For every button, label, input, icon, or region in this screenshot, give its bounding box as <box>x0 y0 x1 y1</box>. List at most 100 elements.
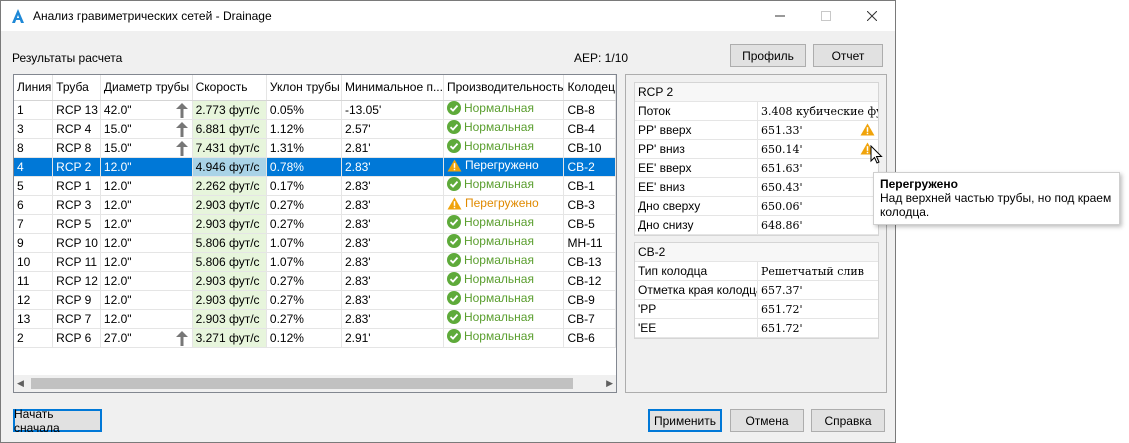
velocity-cell[interactable]: 2.903 фут/с <box>192 309 267 329</box>
velocity-cell[interactable]: 4.946 фут/с <box>192 157 267 177</box>
apply-button[interactable]: Применить <box>648 409 722 432</box>
line-cell[interactable]: 7 <box>14 214 54 234</box>
property-row[interactable]: Дно снизу 648.86' <box>635 216 878 235</box>
property-row[interactable]: Тип колодца Решетчатый слив <box>635 262 878 281</box>
line-cell[interactable]: 8 <box>14 138 54 158</box>
status-cell[interactable]: Перегружено <box>443 157 565 177</box>
slope-cell[interactable]: 0.12% <box>266 328 342 348</box>
structure-cell[interactable]: CB-4 <box>563 119 616 139</box>
pipe-cell[interactable]: RCP 7 <box>52 309 101 329</box>
pipe-cell[interactable]: RCP 9 <box>52 290 101 310</box>
table-row[interactable]: 6 RCP 3 12.0" 2.903 фут/с 0.27% 2.83' Перегруж… <box>14 195 616 215</box>
table-row[interactable]: 11 RCP 12 12.0" 2.903 фут/с 0.27% 2.83' Нормал… <box>14 271 616 291</box>
diameter-cell[interactable]: 42.0" <box>100 100 193 120</box>
line-cell[interactable]: 3 <box>14 119 54 139</box>
velocity-cell[interactable]: 2.903 фут/с <box>192 195 267 215</box>
status-cell[interactable]: Нормальная <box>443 100 565 120</box>
minimize-button[interactable] <box>757 1 803 31</box>
table-row[interactable]: 3 RCP 4 15.0" 6.881 фут/с 1.12% 2.57' Нормальн… <box>14 119 616 139</box>
diameter-cell[interactable]: 12.0" <box>100 309 193 329</box>
velocity-cell[interactable]: 5.806 фут/с <box>192 252 267 272</box>
slope-cell[interactable]: 0.05% <box>266 100 342 120</box>
diameter-cell[interactable]: 27.0" <box>100 328 193 348</box>
structure-cell[interactable]: CB-6 <box>563 328 616 348</box>
scroll-right-icon[interactable]: ▶ <box>606 378 613 389</box>
scroll-left-icon[interactable]: ◀ <box>17 378 24 389</box>
structure-cell[interactable]: CB-8 <box>563 100 616 120</box>
min-cover-cell[interactable]: 2.83' <box>341 233 444 253</box>
min-cover-cell[interactable]: 2.83' <box>341 176 444 196</box>
slope-cell[interactable]: 0.78% <box>266 157 342 177</box>
pipe-cell[interactable]: RCP 4 <box>52 119 101 139</box>
table-row[interactable]: 1 RCP 13 42.0" 2.773 фут/с 0.05% -13.05' Норма… <box>14 100 616 120</box>
line-cell[interactable]: 5 <box>14 176 54 196</box>
min-cover-cell[interactable]: 2.81' <box>341 138 444 158</box>
slope-cell[interactable]: 0.27% <box>266 195 342 215</box>
velocity-cell[interactable]: 2.903 фут/с <box>192 271 267 291</box>
structure-cell[interactable]: CB-10 <box>563 138 616 158</box>
pipe-cell[interactable]: RCP 8 <box>52 138 101 158</box>
velocity-cell[interactable]: 7.431 фут/с <box>192 138 267 158</box>
slope-cell[interactable]: 0.27% <box>266 214 342 234</box>
property-row[interactable]: 'EE 651.72' <box>635 319 878 338</box>
line-cell[interactable]: 12 <box>14 290 54 310</box>
property-row[interactable]: EE' вверх 651.63' <box>635 159 878 178</box>
velocity-cell[interactable]: 6.881 фут/с <box>192 119 267 139</box>
status-cell[interactable]: Нормальная <box>443 176 565 196</box>
velocity-cell[interactable]: 5.806 фут/с <box>192 233 267 253</box>
column-header[interactable]: Колодец <box>563 75 616 101</box>
property-row[interactable]: PP' вверх 651.33' <box>635 121 878 140</box>
min-cover-cell[interactable]: 2.83' <box>341 290 444 310</box>
status-cell[interactable]: Нормальная <box>443 309 565 329</box>
diameter-cell[interactable]: 12.0" <box>100 157 193 177</box>
restart-button[interactable]: Начать сначала <box>13 407 102 435</box>
horizontal-scrollbar[interactable]: ◀ ▶ <box>14 375 616 392</box>
min-cover-cell[interactable]: 2.91' <box>341 328 444 348</box>
line-cell[interactable]: 1 <box>14 100 54 120</box>
line-cell[interactable]: 9 <box>14 233 54 253</box>
table-row[interactable]: 4 RCP 2 12.0" 4.946 фут/с 0.78% 2.83' Перегруж… <box>14 157 616 177</box>
slope-cell[interactable]: 0.17% <box>266 176 342 196</box>
column-header[interactable]: Производительность <box>443 75 565 101</box>
diameter-cell[interactable]: 12.0" <box>100 176 193 196</box>
table-row[interactable]: 2 RCP 6 27.0" 3.271 фут/с 0.12% 2.91' Нормальн… <box>14 328 616 348</box>
line-cell[interactable]: 13 <box>14 309 54 329</box>
slope-cell[interactable]: 1.31% <box>266 138 342 158</box>
velocity-cell[interactable]: 3.271 фут/с <box>192 328 267 348</box>
structure-cell[interactable]: CB-1 <box>563 176 616 196</box>
min-cover-cell[interactable]: 2.83' <box>341 271 444 291</box>
diameter-cell[interactable]: 12.0" <box>100 252 193 272</box>
min-cover-cell[interactable]: -13.05' <box>341 100 444 120</box>
slope-cell[interactable]: 1.07% <box>266 233 342 253</box>
min-cover-cell[interactable]: 2.83' <box>341 195 444 215</box>
min-cover-cell[interactable]: 2.83' <box>341 157 444 177</box>
velocity-cell[interactable]: 2.903 фут/с <box>192 290 267 310</box>
report-button[interactable]: Отчет <box>813 44 883 67</box>
diameter-cell[interactable]: 15.0" <box>100 138 193 158</box>
pipe-cell[interactable]: RCP 2 <box>52 157 101 177</box>
diameter-cell[interactable]: 15.0" <box>100 119 193 139</box>
pipe-cell[interactable]: RCP 3 <box>52 195 101 215</box>
status-cell[interactable]: Нормальная <box>443 290 565 310</box>
line-cell[interactable]: 6 <box>14 195 54 215</box>
diameter-cell[interactable]: 12.0" <box>100 214 193 234</box>
diameter-cell[interactable]: 12.0" <box>100 195 193 215</box>
structure-cell[interactable]: CB-12 <box>563 271 616 291</box>
profile-button[interactable]: Профиль <box>730 44 806 67</box>
line-cell[interactable]: 10 <box>14 252 54 272</box>
line-cell[interactable]: 11 <box>14 271 54 291</box>
pipe-cell[interactable]: RCP 12 <box>52 271 101 291</box>
structure-cell[interactable]: CB-3 <box>563 195 616 215</box>
property-row[interactable]: Дно сверху 650.06' <box>635 197 878 216</box>
property-row[interactable]: Отметка края колодца 657.37' <box>635 281 878 300</box>
column-header[interactable]: Линия <box>14 75 54 101</box>
cancel-button[interactable]: Отмена <box>730 409 804 432</box>
status-cell[interactable]: Нормальная <box>443 328 565 348</box>
property-row[interactable]: Поток3.408 кубические фу... <box>635 102 878 121</box>
slope-cell[interactable]: 0.27% <box>266 271 342 291</box>
column-header[interactable]: Труба <box>52 75 101 101</box>
line-cell[interactable]: 4 <box>14 157 54 177</box>
velocity-cell[interactable]: 2.903 фут/с <box>192 214 267 234</box>
close-button[interactable] <box>849 1 895 31</box>
min-cover-cell[interactable]: 2.83' <box>341 214 444 234</box>
